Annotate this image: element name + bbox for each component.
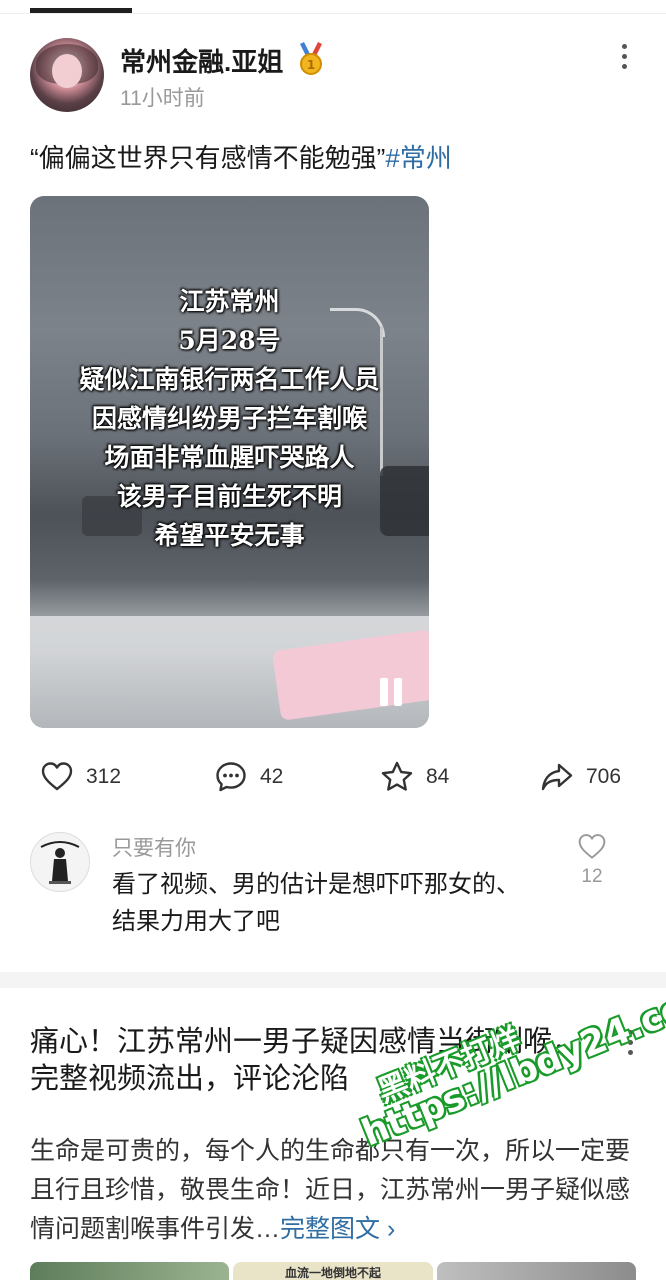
- share-button[interactable]: 706: [540, 760, 621, 794]
- commenter-avatar-figure: [40, 841, 80, 884]
- post-quote: “偏偏这世界只有感情不能勉强”: [30, 143, 386, 173]
- favorite-button[interactable]: 84: [380, 760, 449, 794]
- caption-line: 希望平安无事: [154, 521, 305, 550]
- star-icon: [381, 761, 413, 791]
- video-caption: 江苏常州 5月28号 疑似江南银行两名工作人员 因感情纠纷男子拦车割喉 场面非常…: [30, 282, 429, 555]
- svg-text:1: 1: [307, 58, 315, 72]
- caption-line: 场面非常血腥吓哭路人: [104, 443, 355, 472]
- divider: [0, 13, 666, 14]
- author-avatar[interactable]: [30, 38, 104, 112]
- share-icon: [541, 763, 573, 791]
- caption-line: 疑似江南银行两名工作人员: [79, 365, 380, 394]
- video-player[interactable]: 江苏常州 5月28号 疑似江南银行两名工作人员 因感情纠纷男子拦车割喉 场面非常…: [30, 196, 429, 728]
- thumbnail-image[interactable]: [436, 1262, 636, 1280]
- heart-icon: [41, 762, 73, 791]
- comment-text: 看了视频、男的估计是想吓吓那女的、结果力用大了吧: [112, 871, 520, 935]
- author-name[interactable]: 常州金融.亚姐: [120, 42, 283, 79]
- thumbnail-caption: 血流一地倒地不起: [284, 1266, 381, 1280]
- post-time: 11小时前: [120, 87, 205, 110]
- comment-icon: [216, 762, 246, 792]
- like-count: 312: [86, 765, 122, 788]
- caption-line: 该男子目前生死不明: [116, 482, 342, 511]
- caption-line: 5月28号: [178, 326, 281, 355]
- full-article-link[interactable]: 完整图文 ›: [280, 1215, 395, 1243]
- commenter-avatar[interactable]: [30, 832, 90, 892]
- article-summary: 生命是可贵的，每个人的生命都只有一次，所以一定要且行且珍惜，敬畏生命！近日，江苏…: [30, 1132, 630, 1249]
- favorite-count: 84: [426, 765, 450, 788]
- avatar-face: [52, 54, 82, 88]
- thumbnail-image[interactable]: [30, 1262, 230, 1280]
- comment-like-count: 12: [581, 866, 603, 887]
- article-thumbnails[interactable]: 血流一地倒地不起: [30, 1262, 636, 1280]
- pause-icon[interactable]: [380, 678, 404, 706]
- commenter-name[interactable]: 只要有你: [112, 832, 196, 862]
- thumbnail-image[interactable]: 血流一地倒地不起: [233, 1262, 433, 1280]
- hashtag-link[interactable]: #常州: [385, 143, 451, 173]
- share-count: 706: [586, 765, 622, 788]
- gold-medal-icon: 1: [300, 42, 322, 75]
- caption-line: 因感情纠纷男子拦车割喉: [91, 404, 367, 433]
- caption-line: 江苏常州: [179, 287, 280, 316]
- comment-count: 42: [260, 765, 284, 788]
- like-button[interactable]: 312: [40, 760, 121, 794]
- post-text: “偏偏这世界只有感情不能勉强”#常州: [30, 138, 452, 175]
- comment-button[interactable]: 42: [214, 760, 283, 794]
- section-separator: [0, 972, 666, 988]
- comment-like-heart-icon[interactable]: [576, 832, 608, 862]
- more-options-icon[interactable]: [616, 44, 632, 76]
